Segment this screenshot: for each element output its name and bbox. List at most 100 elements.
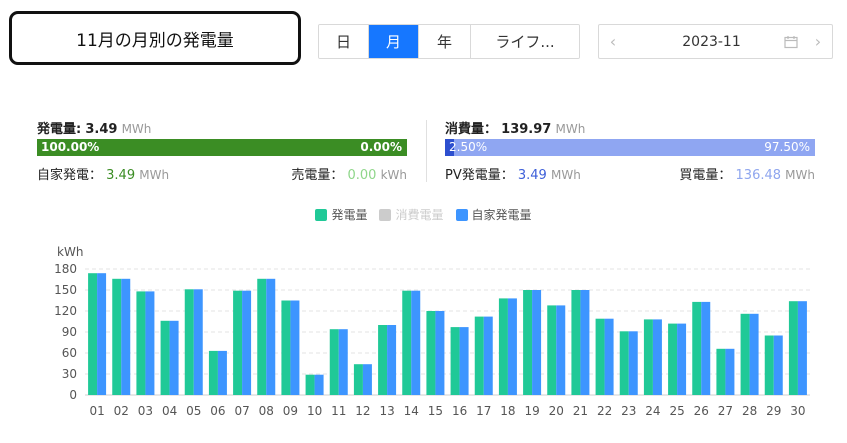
generation-split-bar: 100.00% 0.00%	[37, 139, 407, 156]
bar-generation	[668, 323, 678, 395]
bar-generation	[305, 374, 315, 395]
consumption-buy-fill	[454, 139, 815, 156]
x-tick-label: 19	[524, 404, 539, 418]
y-tick-label: 180	[54, 262, 77, 276]
x-tick-label: 04	[162, 404, 177, 418]
sold-energy-unit: kWh	[380, 168, 407, 182]
tab-day[interactable]: 日	[319, 25, 369, 58]
bar-generation	[595, 318, 605, 395]
bar-generation	[523, 290, 533, 395]
generation-total: 発電量: 3.49 MWh	[37, 118, 151, 137]
generation-unit: MWh	[121, 122, 152, 136]
tab-lifetime[interactable]: ライフ...	[471, 25, 579, 58]
pv-generation: PV発電量： 3.49 MWh	[445, 164, 581, 183]
x-tick-label: 06	[210, 404, 225, 418]
bar-self-generation	[411, 290, 421, 395]
bar-self-generation	[483, 316, 493, 395]
y-tick-label: 120	[54, 304, 77, 318]
x-tick-label: 05	[186, 404, 201, 418]
bar-self-generation	[556, 305, 566, 395]
x-tick-label: 24	[645, 404, 660, 418]
x-tick-label: 23	[621, 404, 636, 418]
tab-year[interactable]: 年	[419, 25, 471, 58]
generation-label: 発電量:	[37, 122, 82, 137]
x-tick-label: 09	[283, 404, 298, 418]
x-tick-label: 16	[452, 404, 467, 418]
bar-generation	[498, 298, 508, 395]
bar-self-generation	[145, 291, 155, 395]
bar-generation	[233, 290, 243, 395]
bar-generation	[184, 289, 194, 395]
bar-generation	[88, 273, 98, 395]
bar-self-generation	[677, 323, 687, 395]
x-tick-label: 02	[114, 404, 129, 418]
chevron-left-icon[interactable]: ‹	[599, 32, 627, 51]
bar-generation	[643, 319, 653, 395]
bar-self-generation	[532, 290, 542, 395]
sold-energy-label: 売電量：	[291, 168, 344, 183]
chart-grid	[85, 268, 810, 396]
x-tick-label: 21	[573, 404, 588, 418]
self-generation: 自家発電： 3.49 MWh	[37, 164, 169, 183]
consumption-total: 消費量： 139.97 MWh	[445, 118, 585, 137]
legend-swatch-consumption	[379, 208, 392, 221]
bar-self-generation	[652, 319, 662, 395]
x-tick-label: 26	[694, 404, 709, 418]
self-generation-label: 自家発電：	[37, 168, 103, 183]
generation-self-pct: 100.00%	[41, 140, 100, 154]
chart-legend: 発電量 消費電量 自家発電量	[0, 206, 847, 223]
legend-item-generation[interactable]: 発電量	[315, 206, 367, 223]
x-tick-label: 30	[790, 404, 805, 418]
x-tick-label: 28	[742, 404, 757, 418]
bar-generation	[160, 320, 170, 395]
calendar-icon[interactable]	[778, 35, 804, 49]
month-picker-value[interactable]: 2023-11	[627, 34, 778, 50]
bar-self-generation	[290, 300, 300, 395]
x-tick-label: 22	[597, 404, 612, 418]
bar-self-generation	[435, 311, 445, 395]
chevron-right-icon[interactable]: ›	[804, 32, 832, 51]
bar-generation	[692, 301, 702, 395]
bar-self-generation	[314, 374, 324, 395]
consumption-split-bar: 2.50% 97.50%	[445, 139, 815, 156]
bar-self-generation	[797, 301, 807, 395]
generation-sold-pct: 0.00%	[360, 140, 402, 154]
x-tick-label: 15	[428, 404, 443, 418]
consumption-label: 消費量：	[445, 122, 498, 137]
bar-generation	[426, 311, 436, 395]
bar-generation	[474, 316, 484, 395]
bar-generation	[764, 335, 774, 395]
legend-item-consumption[interactable]: 消費電量	[379, 206, 444, 223]
y-tick-label: 90	[62, 325, 77, 339]
x-tick-label: 01	[89, 404, 104, 418]
bar-generation	[571, 290, 581, 395]
bar-generation	[281, 300, 291, 395]
tab-month[interactable]: 月	[369, 25, 419, 58]
x-tick-label: 18	[500, 404, 515, 418]
chart-bars	[88, 273, 807, 395]
x-tick-label: 13	[379, 404, 394, 418]
legend-item-self-generation[interactable]: 自家発電量	[455, 206, 532, 223]
self-generation-value: 3.49	[106, 168, 136, 183]
x-axis: 01 02 03 04 05 06 07 08 09 10 11 12 13 14 15 16 17 18 19 20…	[89, 404, 805, 418]
y-axis: 0 30 60 90 120 150 180	[54, 262, 77, 402]
bought-energy-unit: MWh	[785, 168, 815, 182]
y-tick-label: 0	[69, 388, 77, 402]
bar-generation	[740, 313, 750, 395]
bar-generation	[402, 290, 412, 395]
pv-generation-label: PV発電量：	[445, 168, 514, 183]
bar-generation	[619, 331, 629, 395]
x-tick-label: 17	[476, 404, 491, 418]
bar-generation	[378, 325, 388, 395]
bar-generation	[450, 327, 460, 395]
x-tick-label: 14	[404, 404, 419, 418]
self-generation-unit: MWh	[139, 168, 170, 182]
page-title: 11月の月別の発電量	[9, 11, 301, 65]
legend-label-self-generation: 自家発電量	[471, 208, 532, 222]
x-tick-label: 25	[669, 404, 684, 418]
legend-label-consumption: 消費電量	[395, 208, 444, 222]
pv-generation-unit: MWh	[550, 168, 581, 182]
pv-generation-value: 3.49	[517, 168, 547, 183]
bar-self-generation	[121, 278, 131, 395]
month-picker[interactable]: ‹ 2023-11 ›	[598, 24, 833, 59]
